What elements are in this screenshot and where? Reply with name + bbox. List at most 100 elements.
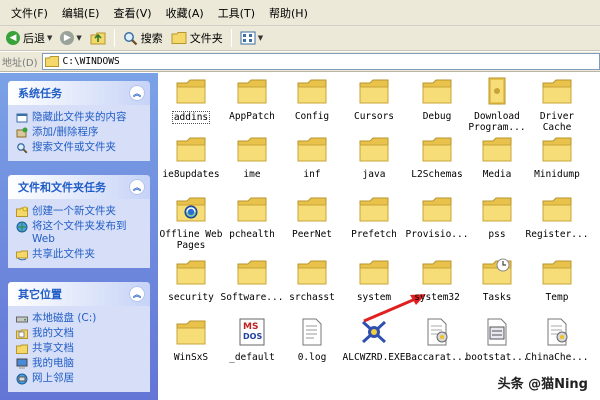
task-link[interactable]: 网上邻居	[16, 371, 144, 386]
views-button[interactable]: ▼	[236, 27, 267, 49]
task-link-label: 网上邻居	[32, 372, 74, 384]
folder-item[interactable]: Register...	[521, 193, 593, 240]
search-button[interactable]: 搜索	[119, 27, 167, 49]
task-panel-header[interactable]: 文件和文件夹任务 ︽	[8, 175, 150, 199]
menu-item[interactable]: 工具(T)	[211, 5, 262, 21]
item-name: Baccarat...	[405, 352, 469, 363]
task-link-label: 创建一个新文件夹	[32, 205, 116, 217]
folder-special-icon	[481, 75, 513, 107]
folder-icon	[358, 256, 390, 288]
file-item[interactable]: ALCWZRD.EXE	[338, 316, 410, 363]
folder-item[interactable]: system	[338, 256, 410, 303]
toolbar-separator	[230, 29, 232, 47]
item-name: java	[362, 169, 386, 180]
collapse-chevron-icon[interactable]: ︽	[129, 179, 145, 195]
search-label: 搜索	[140, 32, 163, 45]
menu-item[interactable]: 文件(F)	[4, 5, 55, 21]
folder-item[interactable]: Prefetch	[338, 193, 410, 240]
menu-item[interactable]: 查看(V)	[106, 5, 158, 21]
item-name: Offline Web Pages	[159, 229, 223, 251]
item-name: ChinaChe...	[525, 352, 589, 363]
folder-icon	[175, 133, 207, 165]
menu-item[interactable]: 收藏(A)	[159, 5, 211, 21]
file-item[interactable]: ChinaChe...	[521, 316, 593, 363]
task-link-label: 共享此文件夹	[32, 248, 95, 260]
folder-icon	[44, 56, 59, 67]
folders-label: 文件夹	[189, 32, 223, 45]
task-panel-title: 系统任务	[18, 87, 62, 100]
folder-icon	[358, 133, 390, 165]
up-folder-icon	[90, 32, 106, 45]
views-icon	[240, 31, 256, 45]
item-name: pchealth	[229, 229, 275, 240]
task-link[interactable]: 搜索文件或文件夹	[16, 140, 144, 155]
folder-icon	[358, 75, 390, 107]
task-panel: 其它位置 ︽ 本地磁盘 (C:) 我的文档 共享文档我的电脑网上邻居	[8, 282, 150, 392]
task-link[interactable]: 我的电脑	[16, 356, 144, 371]
hide-icon	[16, 112, 28, 124]
task-link[interactable]: 共享此文件夹	[16, 247, 144, 262]
address-bar: 地址(D) C:\WINDOWS	[0, 52, 600, 72]
folder-item[interactable]: Minidump	[521, 133, 593, 180]
collapse-chevron-icon[interactable]: ︽	[129, 286, 145, 302]
folder-icon	[236, 256, 268, 288]
address-input[interactable]: C:\WINDOWS	[41, 53, 600, 70]
menu-item[interactable]: 编辑(E)	[55, 5, 107, 21]
file-list: addins AppPatch Config Cursors Debug Download…	[158, 73, 600, 400]
task-link-label: 共享文档	[32, 342, 74, 354]
back-dropdown-icon[interactable]: ▼	[47, 34, 52, 42]
folder-icon	[541, 256, 573, 288]
views-dropdown-icon[interactable]: ▼	[258, 34, 263, 42]
task-panel-header[interactable]: 其它位置 ︽	[8, 282, 150, 306]
item-name: Tasks	[482, 292, 512, 303]
folder-icon	[481, 133, 513, 165]
task-link[interactable]: 隐藏此文件夹的内容	[16, 110, 144, 125]
config-file-icon	[421, 316, 453, 348]
item-name: ie8updates	[162, 169, 220, 180]
network-icon	[16, 373, 28, 385]
publish-web-icon	[16, 221, 28, 233]
task-panel: 系统任务 ︽ 隐藏此文件夹的内容 添加/删除程序 搜索文件或文件夹	[8, 81, 150, 161]
watermark: 头条 @猫Ning	[497, 377, 588, 392]
my-documents-icon	[16, 328, 28, 340]
task-panel: 文件和文件夹任务 ︽ 创建一个新文件夹将这个文件夹发布到 Web 共享此文件夹	[8, 175, 150, 268]
task-link[interactable]: 添加/删除程序	[16, 125, 144, 140]
folder-item[interactable]: java	[338, 133, 410, 180]
task-link[interactable]: 创建一个新文件夹	[16, 204, 144, 219]
binary-file-icon	[481, 316, 513, 348]
folder-item[interactable]: Cursors	[338, 75, 410, 122]
folder-icon	[175, 316, 207, 348]
back-button[interactable]: ◀ 后退 ▼	[2, 27, 56, 49]
task-link[interactable]: 本地磁盘 (C:)	[16, 311, 144, 326]
item-name: Register...	[525, 229, 589, 240]
item-name: system32	[414, 292, 460, 303]
task-link-label: 搜索文件或文件夹	[32, 141, 116, 153]
task-panel-header[interactable]: 系统任务 ︽	[8, 81, 150, 105]
item-name: AppPatch	[229, 111, 275, 122]
item-name: system	[356, 292, 392, 303]
folder-item[interactable]: Driver Cache	[521, 75, 593, 133]
toolbar-separator	[113, 29, 115, 47]
task-panel-body: 隐藏此文件夹的内容 添加/删除程序 搜索文件或文件夹	[8, 105, 150, 161]
disk-icon	[16, 313, 28, 325]
folders-button[interactable]: 文件夹	[167, 27, 227, 49]
task-link[interactable]: 将这个文件夹发布到 Web	[16, 219, 144, 247]
collapse-chevron-icon[interactable]: ︽	[129, 85, 145, 101]
folder-icon	[421, 133, 453, 165]
item-name: Debug	[422, 111, 452, 122]
item-name: Config	[294, 111, 330, 122]
folder-icon	[236, 193, 268, 225]
forward-button[interactable]: ▶ ▼	[56, 27, 85, 49]
task-link-label: 我的电脑	[32, 357, 74, 369]
task-link[interactable]: 共享文档	[16, 341, 144, 356]
up-button[interactable]	[86, 27, 110, 49]
svg-text:DOS: DOS	[243, 332, 262, 341]
forward-dropdown-icon[interactable]: ▼	[76, 34, 81, 42]
item-name: ALCWZRD.EXE	[342, 352, 406, 363]
folder-item[interactable]: Temp	[521, 256, 593, 303]
folder-icon	[541, 75, 573, 107]
folder-icon	[296, 75, 328, 107]
task-link[interactable]: 我的文档	[16, 326, 144, 341]
menu-item[interactable]: 帮助(H)	[262, 5, 315, 21]
item-name: WinSxS	[173, 352, 209, 363]
